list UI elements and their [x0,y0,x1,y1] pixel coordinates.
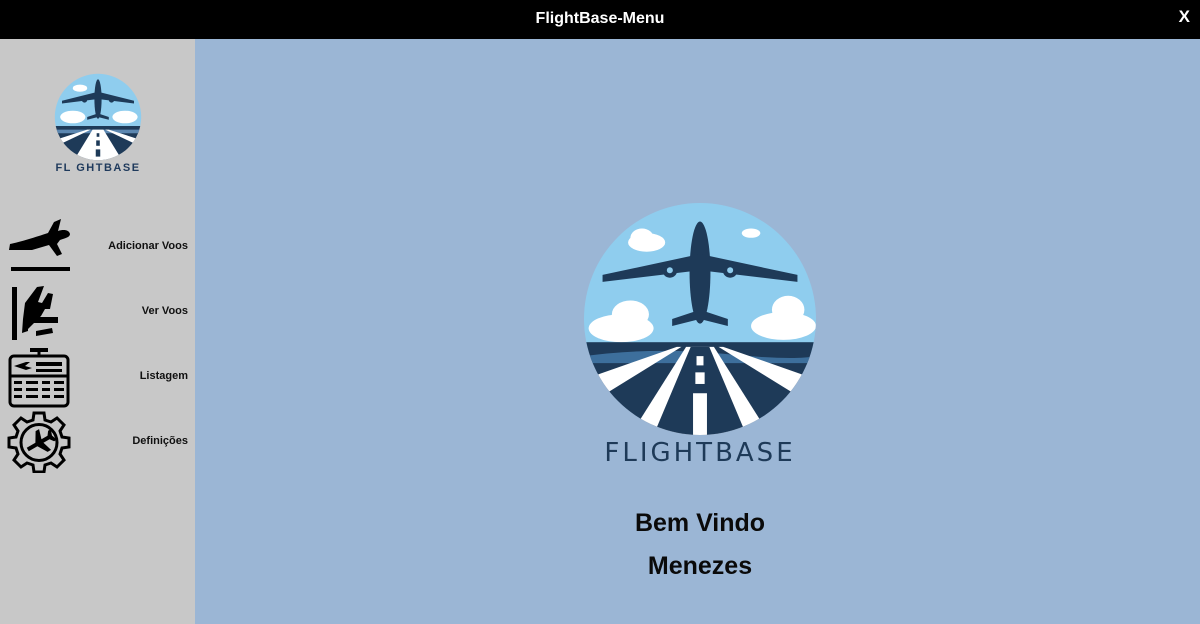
sidebar: FL GHTBASE Adicionar Voos Ver Voos Lista… [0,39,195,624]
flightbase-logo [54,73,142,161]
main-panel: FLIGHTBASE Bem Vindo Menezes [195,39,1200,624]
nav-listagem[interactable]: Listagem [140,370,188,382]
logo-text: FL GHTBASE [55,162,141,174]
gear-plane-icon[interactable] [6,411,72,473]
title-bar: FlightBase-Menu X [0,0,1200,39]
username-text: Menezes [647,552,753,580]
window-title: FlightBase-Menu [535,10,665,27]
flightbase-logo-large [584,203,816,435]
nav-ver-voos[interactable]: Ver Voos [142,305,188,317]
nav-definicoes[interactable]: Definições [132,435,188,447]
landing-plane-icon[interactable] [6,281,72,343]
nav-adicionar-voos[interactable]: Adicionar Voos [108,240,188,252]
welcome-text: Bem Vindo [634,509,766,537]
departing-plane-icon[interactable] [6,216,72,278]
logo-text-large: FLIGHTBASE [604,438,796,468]
departures-board-icon[interactable] [6,346,72,408]
close-button[interactable]: X [1179,0,1190,33]
